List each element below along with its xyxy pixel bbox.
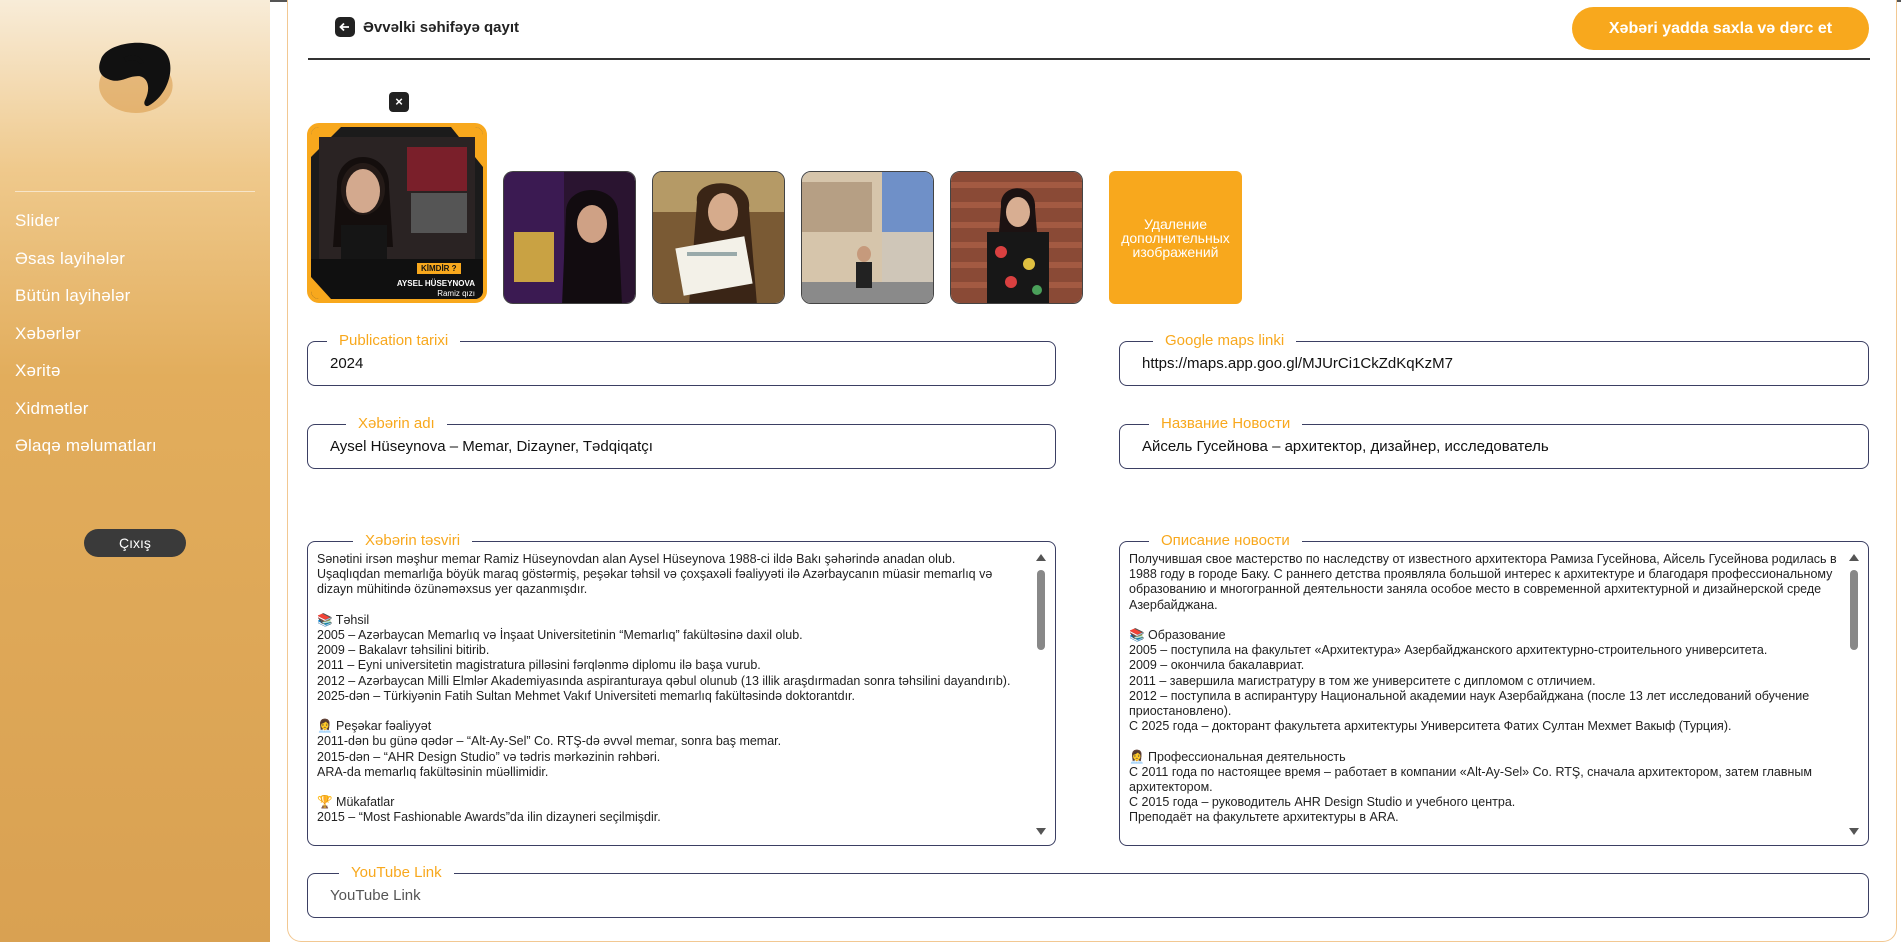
sidebar: Slider Əsas layihələr Bütün layihələr Xə… xyxy=(0,0,270,942)
gallery-image-2[interactable] xyxy=(503,171,636,304)
scroll-down-icon[interactable] xyxy=(1036,828,1046,835)
gallery-picture-3 xyxy=(653,172,784,303)
back-label: Əvvəlki səhifəyə qayıt xyxy=(363,18,519,36)
main-panel: Əvvəlki səhifəyə qayıt Xəbəri yadda saxl… xyxy=(287,0,1897,942)
news-title-ru-value: Айсель Гусейнова – архитектор, дизайнер,… xyxy=(1142,438,1549,455)
delete-extra-images-button[interactable]: Удаление дополнительных изображений xyxy=(1109,171,1242,304)
news-description-ru-textarea[interactable]: Описание новости Получившая свое мастерс… xyxy=(1119,531,1869,846)
news-title-az-value: Aysel Hüseynova – Memar, Dizayner, Tədqi… xyxy=(330,438,653,455)
sidebar-item-contacts[interactable]: Əlaqə məlumatları xyxy=(15,433,157,471)
publication-date-value: 2024 xyxy=(330,355,364,372)
sidebar-item-all-projects[interactable]: Bütün layihələr xyxy=(15,283,157,321)
publication-date-field[interactable]: Publication tarixi 2024 xyxy=(307,331,1056,386)
news-title-az-field[interactable]: Xəbərin adı Aysel Hüseynova – Memar, Diz… xyxy=(307,414,1056,469)
gallery-picture-5 xyxy=(951,172,1082,303)
news-title-ru-legend: Название Новости xyxy=(1149,414,1303,434)
news-description-az-textarea[interactable]: Xəbərin təsviri Sənətini irsən məşhur me… xyxy=(307,531,1056,846)
sidebar-item-slider[interactable]: Slider xyxy=(15,208,157,246)
header-divider xyxy=(308,58,1870,60)
sidebar-nav: Slider Əsas layihələr Bütün layihələr Xə… xyxy=(15,208,157,471)
gallery-picture-4 xyxy=(802,172,933,303)
main-image-name: AYSEL HÜSEYNOVA xyxy=(396,279,475,288)
main-image-subname: Ramiz qızı xyxy=(437,289,475,298)
youtube-link-placeholder: YouTube Link xyxy=(330,887,421,904)
sidebar-item-main-projects[interactable]: Əsas layihələr xyxy=(15,246,157,284)
sidebar-divider xyxy=(15,191,255,192)
news-description-ru-text: Получившая свое мастерство по наследству… xyxy=(1129,552,1837,825)
news-title-az-legend: Xəbərin adı xyxy=(346,414,447,434)
youtube-link-field[interactable]: YouTube Link YouTube Link xyxy=(307,863,1869,918)
publication-date-legend: Publication tarixi xyxy=(327,331,461,351)
news-description-az-scrollbar[interactable] xyxy=(1035,552,1047,837)
sidebar-item-services[interactable]: Xidmətlər xyxy=(15,396,157,434)
logo-icon xyxy=(99,42,173,113)
scroll-up-icon[interactable] xyxy=(1849,554,1859,561)
main-image[interactable]: KİMDİR ? AYSEL HÜSEYNOVA Ramiz qızı xyxy=(307,123,487,303)
news-description-az-text: Sənətini irsən məşhur memar Ramiz Hüseyn… xyxy=(317,552,1011,825)
sidebar-item-news[interactable]: Xəbərlər xyxy=(15,321,157,359)
gallery-image-3[interactable] xyxy=(652,171,785,304)
scroll-up-icon[interactable] xyxy=(1036,554,1046,561)
news-title-ru-field[interactable]: Название Новости Айсель Гусейнова – архи… xyxy=(1119,414,1869,469)
gallery-image-5[interactable] xyxy=(950,171,1083,304)
arrow-left-icon xyxy=(335,17,355,37)
google-maps-link-value: https://maps.app.goo.gl/MJUrCi1CkZdKqKzM… xyxy=(1142,355,1453,372)
gallery-image-4[interactable] xyxy=(801,171,934,304)
gallery-picture-2 xyxy=(504,172,635,303)
news-description-ru-scrollbar[interactable] xyxy=(1848,552,1860,837)
youtube-link-legend: YouTube Link xyxy=(339,863,454,883)
back-button[interactable]: Əvvəlki səhifəyə qayıt xyxy=(335,17,519,37)
scroll-thumb[interactable] xyxy=(1850,570,1858,650)
save-publish-button[interactable]: Xəbəri yadda saxla və dərc et xyxy=(1572,7,1869,50)
news-description-az-legend: Xəbərin təsviri xyxy=(353,531,473,551)
news-description-ru-legend: Описание новости xyxy=(1149,531,1302,551)
google-maps-link-field[interactable]: Google maps linki https://maps.app.goo.g… xyxy=(1119,331,1869,386)
sidebar-item-map[interactable]: Xəritə xyxy=(15,358,157,396)
google-maps-link-legend: Google maps linki xyxy=(1153,331,1297,351)
scroll-thumb[interactable] xyxy=(1037,570,1045,650)
remove-image-button[interactable]: × xyxy=(389,92,409,112)
scroll-down-icon[interactable] xyxy=(1849,828,1859,835)
logout-button[interactable]: Çıxış xyxy=(84,529,186,557)
main-image-tag: KİMDİR ? xyxy=(417,263,461,274)
